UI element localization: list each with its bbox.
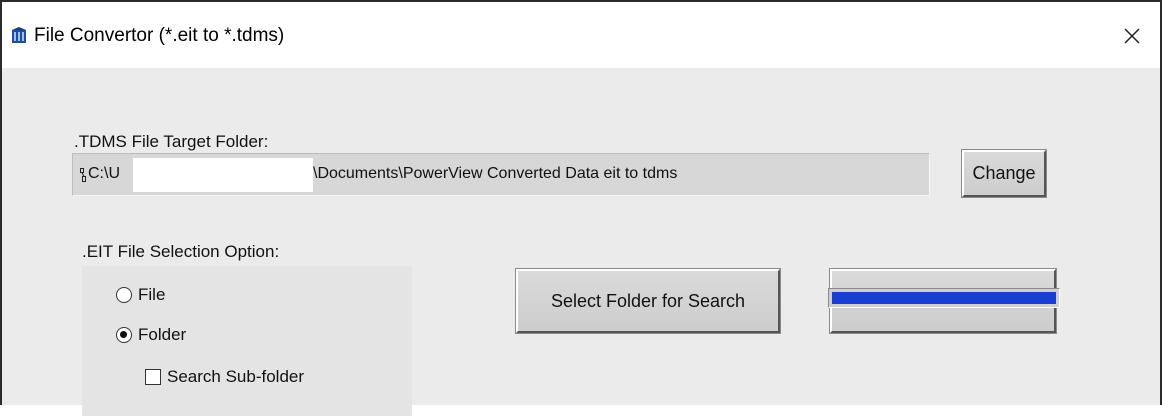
dialog-body: .TDMS File Target Folder: C:\U \Document…: [2, 68, 1160, 416]
title-bar: File Convertor (*.eit to *.tdms): [2, 2, 1160, 68]
target-folder-label: .TDMS File Target Folder:: [74, 132, 269, 151]
converter-window: File Convertor (*.eit to *.tdms) .TDMS F…: [0, 0, 1162, 416]
close-button[interactable]: [1114, 18, 1150, 54]
path-suffix: \Documents\PowerView Converted Data eit …: [313, 165, 678, 182]
search-subfolder-checkbox[interactable]: Search Sub-folder: [145, 367, 304, 387]
path-browse-icon: [80, 168, 86, 182]
app-icon: [12, 27, 26, 43]
select-folder-button[interactable]: Select Folder for Search: [515, 268, 781, 334]
path-prefix: C:\U: [88, 165, 120, 182]
search-subfolder-box[interactable]: [145, 369, 161, 385]
progress-fill: [832, 292, 1056, 304]
close-icon: [1124, 28, 1140, 44]
radio-file-circle[interactable]: [116, 287, 132, 303]
target-folder-path-field[interactable]: C:\U \Documents\PowerView Converted Data…: [72, 153, 930, 196]
radio-file-label: File: [138, 285, 166, 304]
radio-folder-label: Folder: [138, 325, 187, 344]
radio-file[interactable]: File: [116, 285, 165, 305]
window-title: File Convertor (*.eit to *.tdms): [34, 25, 285, 46]
change-button[interactable]: Change: [961, 149, 1047, 198]
radio-folder[interactable]: Folder: [116, 325, 186, 345]
redacted-username: [133, 158, 313, 192]
radio-folder-circle[interactable]: [116, 327, 132, 343]
search-subfolder-label: Search Sub-folder: [167, 367, 305, 386]
conversion-progress-bar: [828, 288, 1060, 308]
eit-selection-label: .EIT File Selection Option:: [82, 242, 280, 261]
